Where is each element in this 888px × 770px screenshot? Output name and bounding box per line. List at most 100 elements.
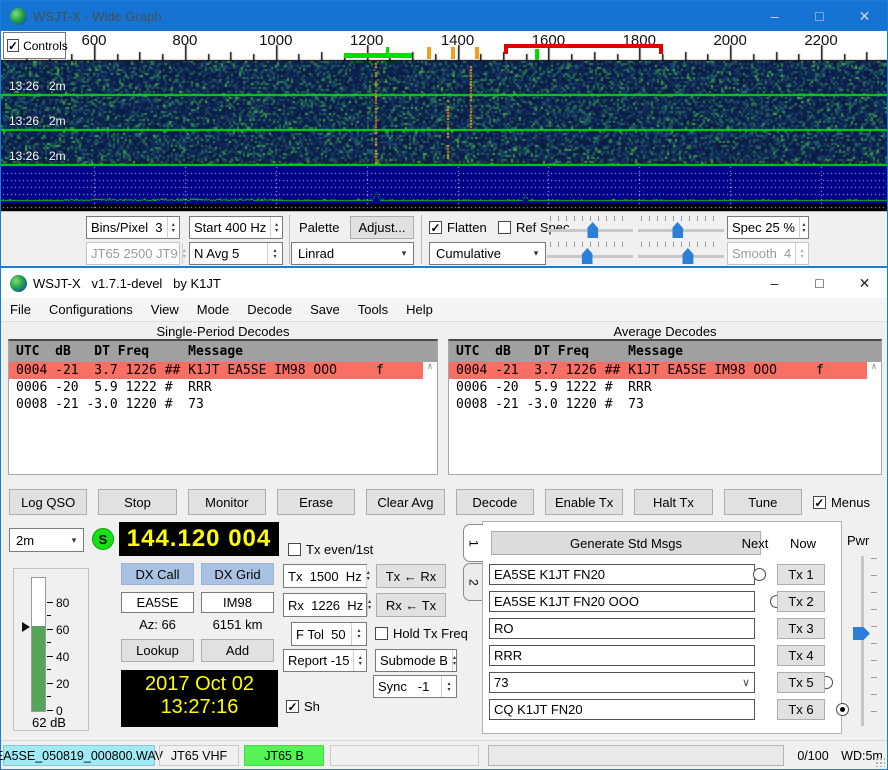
waterfall-gain-slider[interactable]: [547, 215, 633, 238]
submode-spinbox[interactable]: Submode B ▴▾: [375, 649, 457, 672]
spin-arrows-icon[interactable]: ▴▾: [270, 217, 282, 238]
tx-from-rx-button[interactable]: Tx ← Rx: [376, 564, 446, 588]
dx-grid-button[interactable]: DX Grid: [201, 563, 274, 585]
monitor-button[interactable]: Monitor: [188, 489, 266, 515]
spec-percent-spinbox[interactable]: Spec 25 % ▴▾: [727, 216, 809, 239]
dx-call-button[interactable]: DX Call: [121, 563, 194, 585]
band-select[interactable]: 2m ▾: [9, 528, 84, 552]
minimize-icon[interactable]: –: [752, 1, 797, 31]
tune-button[interactable]: Tune: [724, 489, 802, 515]
tx1-now-button[interactable]: Tx 1: [777, 564, 825, 585]
decode-list[interactable]: 0004 -21 3.7 1226 ## K1JT EA5SE IM98 OOO…: [449, 362, 881, 474]
spin-arrows-icon[interactable]: ▴▾: [441, 676, 456, 697]
frequency-scale[interactable]: 6008001000120014001600180020002200 Contr…: [1, 31, 887, 61]
tx4-message-field[interactable]: RRR: [489, 645, 755, 666]
maximize-icon[interactable]: □: [797, 268, 842, 298]
tx4-now-button[interactable]: Tx 4: [777, 645, 825, 666]
decode-list[interactable]: 0004 -21 3.7 1226 ## K1JT EA5SE IM98 OOO…: [9, 362, 437, 474]
palette-select[interactable]: Linrad ▾: [291, 242, 414, 265]
sync-spinbox[interactable]: Sync -1 ▴▾: [373, 675, 457, 698]
menu-decode[interactable]: Decode: [238, 302, 301, 317]
decode-row[interactable]: 0004 -21 3.7 1226 ## K1JT EA5SE IM98 OOO…: [449, 362, 881, 379]
report-spinbox[interactable]: Report -15 ▴▾: [283, 649, 367, 672]
spectrum-gain-slider[interactable]: [547, 241, 633, 264]
erase-button[interactable]: Erase: [277, 489, 355, 515]
tx-freq-spinbox[interactable]: Tx 1500 Hz ▴▾: [283, 564, 367, 588]
tx6-now-button[interactable]: Tx 6: [777, 699, 825, 720]
spin-arrows-icon[interactable]: ▴▾: [367, 594, 371, 616]
maximize-icon[interactable]: □: [797, 1, 842, 31]
flatten-checkbox[interactable]: Flatten: [429, 220, 487, 235]
tx1-message-field[interactable]: EA5SE K1JT FN20: [489, 564, 755, 585]
halt-tx-button[interactable]: Halt Tx: [634, 489, 712, 515]
spin-arrows-icon[interactable]: ▴▾: [452, 650, 456, 671]
tx3-message-field[interactable]: RO: [489, 618, 755, 639]
tx3-now-button[interactable]: Tx 3: [777, 618, 825, 639]
menu-tools[interactable]: Tools: [349, 302, 397, 317]
rx-from-tx-button[interactable]: Rx ← Tx: [376, 593, 446, 617]
close-icon[interactable]: ✕: [842, 268, 887, 298]
scrollbar[interactable]: ∧: [423, 362, 437, 474]
menu-configurations[interactable]: Configurations: [40, 302, 142, 317]
decode-row[interactable]: 0006 -20 5.9 1222 # RRR: [9, 379, 437, 396]
tx2-now-button[interactable]: Tx 2: [777, 591, 825, 612]
tab-2[interactable]: 2: [463, 563, 483, 601]
tab-1[interactable]: 1: [463, 524, 483, 562]
slider-thumb[interactable]: [672, 222, 683, 238]
display-mode-select[interactable]: Cumulative ▾: [429, 242, 546, 265]
spin-arrows-icon[interactable]: ▴▾: [353, 650, 366, 671]
spin-arrows-icon[interactable]: ▴▾: [799, 217, 808, 238]
pwr-slider-thumb[interactable]: [853, 627, 870, 640]
add-button[interactable]: Add: [201, 639, 274, 662]
menu-view[interactable]: View: [142, 302, 188, 317]
spin-arrows-icon[interactable]: ▴▾: [366, 565, 370, 587]
pwr-slider-track[interactable]: [861, 556, 864, 726]
menu-help[interactable]: Help: [397, 302, 442, 317]
menu-mode[interactable]: Mode: [188, 302, 239, 317]
spin-arrows-icon[interactable]: ▴▾: [267, 243, 282, 264]
log-qso-button[interactable]: Log QSO: [9, 489, 87, 515]
resize-grip[interactable]: [875, 757, 885, 767]
sh-checkbox[interactable]: Sh: [286, 699, 320, 714]
close-icon[interactable]: ✕: [842, 1, 887, 31]
tx-even-checkbox[interactable]: Tx even/1st: [288, 542, 373, 557]
tx5-message-combo[interactable]: 73 ∨: [489, 672, 755, 693]
scrollbar[interactable]: ∧: [867, 362, 881, 474]
tx5-now-button[interactable]: Tx 5: [777, 672, 825, 693]
tx6-message-field[interactable]: CQ K1JT FN20: [489, 699, 755, 720]
decode-row[interactable]: 0004 -21 3.7 1226 ## K1JT EA5SE IM98 OOO…: [9, 362, 437, 379]
spin-arrows-icon[interactable]: ▴▾: [351, 623, 366, 645]
menu-file[interactable]: File: [1, 302, 40, 317]
n-avg-spinbox[interactable]: N Avg 5 ▴▾: [189, 242, 283, 265]
ftol-spinbox[interactable]: F Tol 50 ▴▾: [291, 622, 367, 646]
slider-thumb[interactable]: [582, 248, 593, 264]
stop-button[interactable]: Stop: [98, 489, 176, 515]
tx2-message-field[interactable]: EA5SE K1JT FN20 OOO: [489, 591, 755, 612]
palette-adjust-button[interactable]: Adjust...: [350, 216, 414, 239]
spectrum-zero-slider[interactable]: [638, 241, 724, 264]
decode-row[interactable]: 0008 -21 -3.0 1220 # 73: [449, 396, 881, 413]
decode-row[interactable]: 0006 -20 5.9 1222 # RRR: [449, 379, 881, 396]
slider-thumb[interactable]: [682, 248, 693, 264]
waterfall-display[interactable]: [1, 61, 887, 211]
dx-grid-field[interactable]: IM98: [201, 592, 274, 613]
minimize-icon[interactable]: –: [752, 268, 797, 298]
frequency-display[interactable]: 144.120 004: [119, 522, 279, 556]
hold-tx-freq-checkbox[interactable]: Hold Tx Freq: [375, 626, 468, 641]
spin-arrows-icon[interactable]: ▴▾: [167, 217, 179, 238]
start-freq-spinbox[interactable]: Start 400 Hz ▴▾: [189, 216, 283, 239]
menu-save[interactable]: Save: [301, 302, 349, 317]
decode-button[interactable]: Decode: [456, 489, 534, 515]
tx6-next-radio[interactable]: [836, 703, 849, 716]
rx-freq-spinbox[interactable]: Rx 1226 Hz ▴▾: [283, 593, 367, 617]
decode-row[interactable]: 0008 -21 -3.0 1220 # 73: [9, 396, 437, 413]
bins-per-pixel-spinbox[interactable]: Bins/Pixel 3 ▴▾: [86, 216, 180, 239]
tx1-next-radio[interactable]: [753, 568, 766, 581]
enable-tx-button[interactable]: Enable Tx: [545, 489, 623, 515]
generate-std-msgs-button[interactable]: Generate Std Msgs: [491, 531, 761, 555]
waterfall-zero-slider[interactable]: [638, 215, 724, 238]
clear-avg-button[interactable]: Clear Avg: [366, 489, 444, 515]
controls-checkbox[interactable]: Controls: [3, 32, 66, 59]
lookup-button[interactable]: Lookup: [121, 639, 194, 662]
dx-call-field[interactable]: EA5SE: [121, 592, 194, 613]
